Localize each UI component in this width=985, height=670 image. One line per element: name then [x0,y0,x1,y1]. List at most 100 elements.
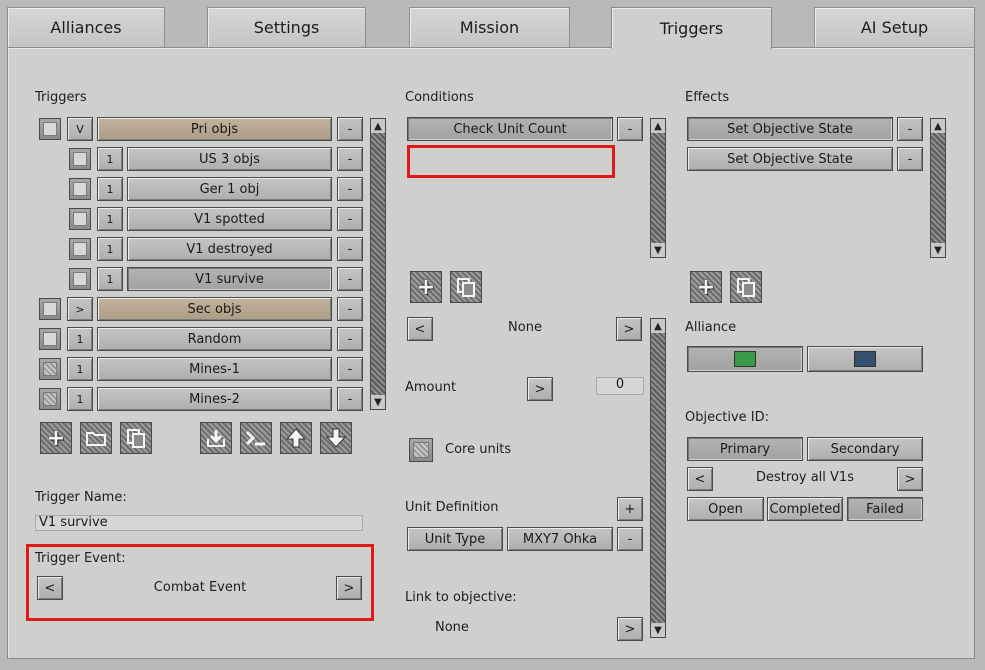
remove-unit-button[interactable]: - [617,527,643,551]
folder-icon[interactable] [80,422,112,454]
copy-icon[interactable] [450,271,482,303]
amount-next-button[interactable]: > [527,377,553,401]
condition-prev-button[interactable]: < [407,317,433,341]
remove-trigger-button[interactable]: - [337,327,363,351]
trigger-checkbox[interactable] [69,268,91,290]
tab-settings[interactable]: Settings [207,7,366,47]
remove-trigger-button[interactable]: - [337,357,363,381]
trigger-item[interactable]: Ger 1 obj [127,177,332,201]
remove-trigger-button[interactable]: - [337,207,363,231]
trigger-item-selected[interactable]: V1 survive [127,267,332,291]
effect-item[interactable]: Set Objective State [687,147,893,171]
unit-name-button[interactable]: MXY7 Ohka [507,527,613,551]
trigger-item[interactable]: Pri objs [97,117,332,141]
tab-alliances[interactable]: Alliances [7,7,165,47]
trigger-name-input[interactable]: V1 survive [35,515,363,531]
console-icon[interactable] [240,422,272,454]
plus-icon[interactable]: + [690,271,722,303]
alliance-blue-button[interactable] [807,346,923,372]
state-open-button[interactable]: Open [687,497,764,521]
trigger-count[interactable]: 1 [67,357,93,381]
import-icon[interactable] [200,422,232,454]
trigger-event-prev-button[interactable]: < [37,576,63,600]
trigger-item[interactable]: V1 destroyed [127,237,332,261]
trigger-count[interactable]: > [67,297,93,321]
trigger-count[interactable]: 1 [67,387,93,411]
trigger-checkbox[interactable] [39,388,61,410]
amount-input[interactable]: 0 [596,377,644,395]
alliance-green-button[interactable] [687,346,803,372]
remove-trigger-button[interactable]: - [337,387,363,411]
copy-icon[interactable] [730,271,762,303]
tab-ai-setup[interactable]: AI Setup [814,7,975,47]
primary-button[interactable]: Primary [687,437,803,461]
condition-item-selected[interactable]: Check Unit Count [407,117,613,141]
trigger-item[interactable]: Random [97,327,332,351]
trigger-count[interactable]: 1 [97,177,123,201]
trigger-count[interactable]: 1 [97,147,123,171]
trigger-count[interactable]: 1 [97,207,123,231]
amount-label: Amount [405,380,457,395]
remove-trigger-button[interactable]: - [337,147,363,171]
condition-next-button[interactable]: > [616,317,642,341]
trigger-count[interactable]: 1 [67,327,93,351]
remove-condition-button[interactable]: - [617,117,643,141]
trigger-checkbox[interactable] [69,208,91,230]
scroll-up-icon[interactable]: ▲ [371,119,385,133]
scroll-up-icon[interactable]: ▲ [651,119,665,133]
link-objective-next-button[interactable]: > [617,617,643,641]
remove-trigger-button[interactable]: - [337,267,363,291]
state-failed-button[interactable]: Failed [847,497,923,521]
effect-scrollbar[interactable]: ▲ ▼ [930,118,946,258]
trigger-event-next-button[interactable]: > [336,576,362,600]
link-objective-value: None [435,620,469,635]
condition-params-scrollbar[interactable]: ▲ ▼ [650,318,666,638]
trigger-checkbox[interactable] [39,298,61,320]
trigger-item[interactable]: V1 spotted [127,207,332,231]
trigger-checkbox[interactable] [69,148,91,170]
unit-definition-label: Unit Definition [405,500,499,515]
objective-prev-button[interactable]: < [687,467,713,491]
scroll-up-icon[interactable]: ▲ [651,319,665,333]
remove-trigger-button[interactable]: - [337,297,363,321]
arrow-down-icon[interactable] [320,422,352,454]
secondary-button[interactable]: Secondary [807,437,923,461]
trigger-count[interactable]: 1 [97,237,123,261]
scroll-down-icon[interactable]: ▼ [371,395,385,409]
arrow-up-icon[interactable] [280,422,312,454]
trigger-count[interactable]: 1 [97,267,123,291]
trigger-checkbox[interactable] [39,328,61,350]
core-units-checkbox[interactable] [409,438,433,462]
trigger-item[interactable]: US 3 objs [127,147,332,171]
remove-trigger-button[interactable]: - [337,177,363,201]
remove-trigger-button[interactable]: - [337,117,363,141]
copy-icon[interactable] [120,422,152,454]
tab-triggers[interactable]: Triggers [611,7,772,49]
scroll-down-icon[interactable]: ▼ [651,243,665,257]
add-unit-button[interactable]: + [617,497,643,521]
remove-effect-button[interactable]: - [897,147,923,171]
trigger-scrollbar[interactable]: ▲ ▼ [370,118,386,410]
scroll-up-icon[interactable]: ▲ [931,119,945,133]
trigger-checkbox[interactable] [69,238,91,260]
state-completed-button[interactable]: Completed [767,497,843,521]
trigger-checkbox[interactable] [69,178,91,200]
effect-item-selected[interactable]: Set Objective State [687,117,893,141]
trigger-checkbox[interactable] [39,118,61,140]
alliance-label: Alliance [685,320,737,335]
trigger-checkbox[interactable] [39,358,61,380]
unit-type-button[interactable]: Unit Type [407,527,503,551]
scroll-down-icon[interactable]: ▼ [931,243,945,257]
remove-trigger-button[interactable]: - [337,237,363,261]
trigger-count[interactable]: V [67,117,93,141]
trigger-item[interactable]: Mines-1 [97,357,332,381]
remove-effect-button[interactable]: - [897,117,923,141]
trigger-item[interactable]: Sec objs [97,297,332,321]
plus-icon[interactable]: + [410,271,442,303]
trigger-item[interactable]: Mines-2 [97,387,332,411]
condition-scrollbar[interactable]: ▲ ▼ [650,118,666,258]
objective-next-button[interactable]: > [897,467,923,491]
tab-mission[interactable]: Mission [409,7,570,47]
scroll-down-icon[interactable]: ▼ [651,623,665,637]
plus-icon[interactable]: + [40,422,72,454]
